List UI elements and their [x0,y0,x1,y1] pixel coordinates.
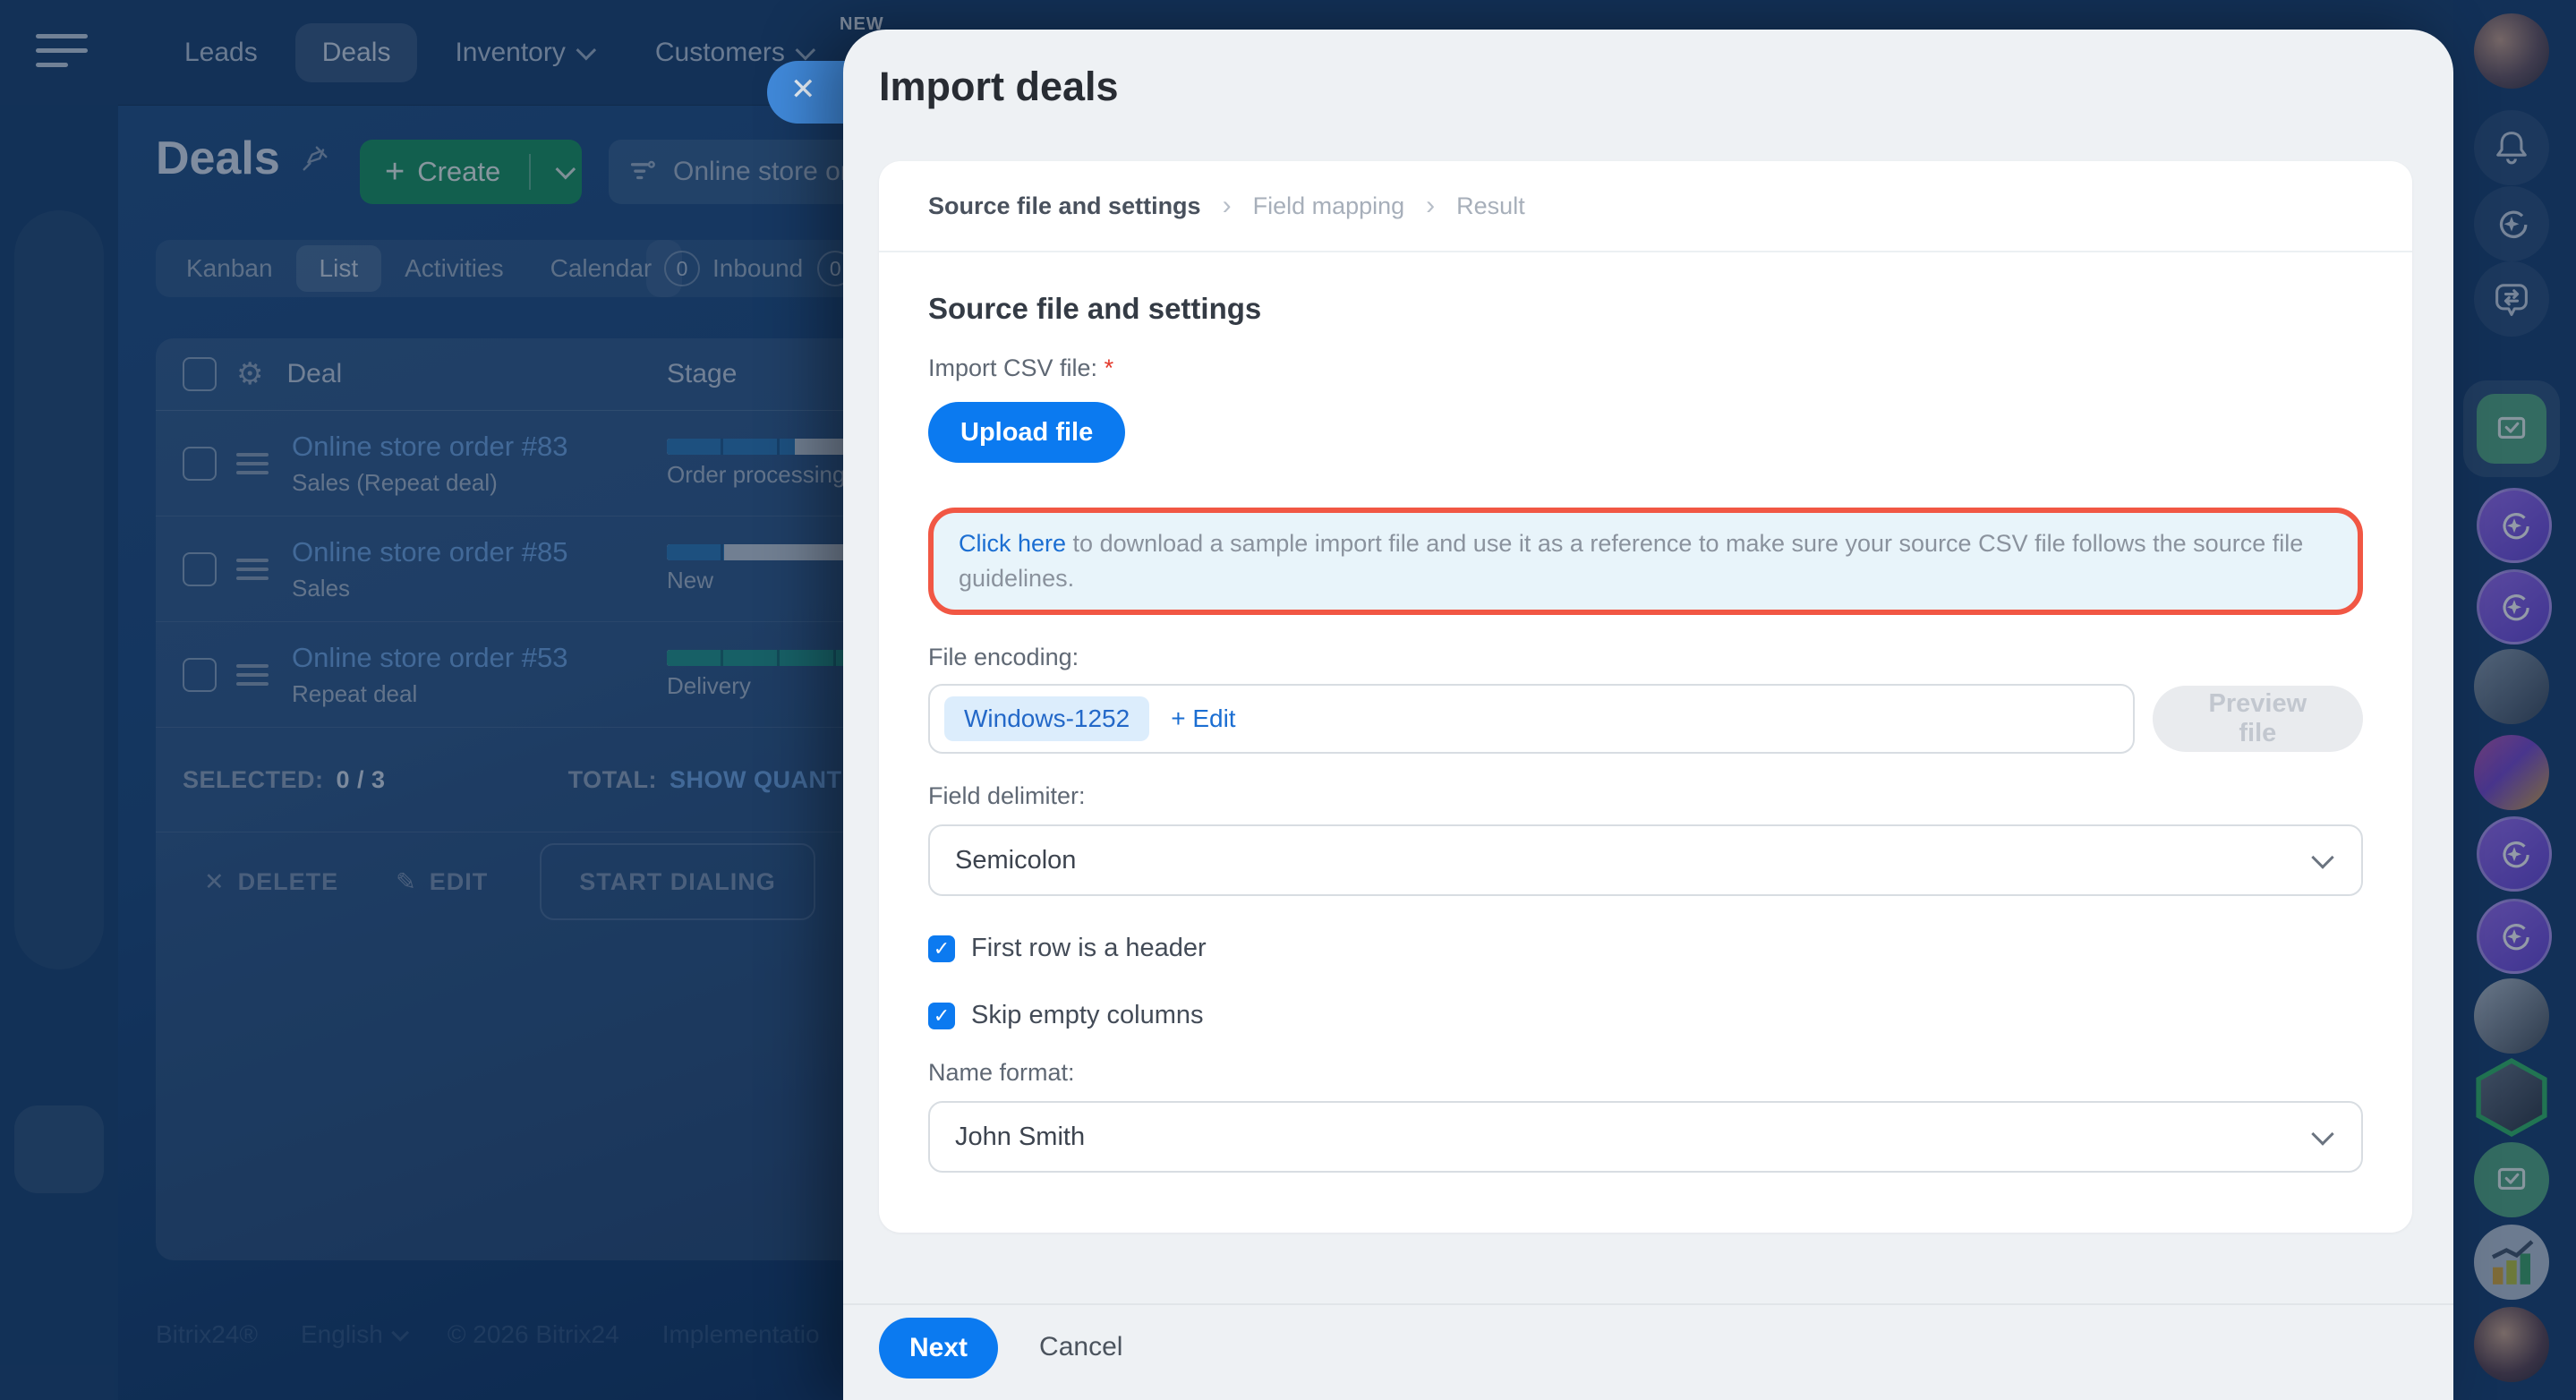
wizard-steps: Source file and settings › Field mapping… [879,161,2412,252]
callout-text: to download a sample import file and use… [959,530,2303,592]
csv-label-text: Import CSV file: [928,354,1097,381]
delimiter-label: Field delimiter: [928,782,2363,810]
app-window: Leads Deals Inventory Customers [0,0,2576,1400]
wizard-step[interactable]: Source file and settings › [928,191,1253,221]
required-asterisk: * [1105,354,1114,381]
encoding-value-tag[interactable]: Windows-1252 [944,696,1149,741]
name-format-value: John Smith [955,1123,1085,1152]
step-label: Source file and settings [928,192,1201,220]
checkbox-check-icon: ✓ [928,1003,955,1029]
wizard-card: Source file and settings › Field mapping… [879,161,2412,1233]
import-deals-modal: Import deals Source file and settings › … [843,30,2453,1400]
step-chevron-icon: › [1426,191,1435,221]
wizard-step[interactable]: Field mapping › [1253,191,1457,221]
csv-file-label: Import CSV file: * [928,354,2363,382]
sample-file-callout: Click here to download a sample import f… [928,508,2363,615]
next-button[interactable]: Next [879,1318,998,1379]
first-row-header-checkbox[interactable]: ✓ First row is a header [928,934,1207,963]
encoding-field[interactable]: Windows-1252 + Edit [928,684,2135,754]
name-format-label: Name format: [928,1059,2363,1087]
delimiter-select[interactable]: Semicolon [928,824,2363,896]
cancel-button[interactable]: Cancel [1034,1331,1128,1363]
step-chevron-icon: › [1223,191,1232,221]
delimiter-value: Semicolon [955,846,1076,875]
step-label: Field mapping [1253,192,1405,220]
chevron-down-icon [2311,846,2333,868]
step-label: Result [1456,192,1525,220]
checkbox-check-icon: ✓ [928,935,955,962]
chevron-down-icon [2311,1123,2333,1145]
modal-title: Import deals [879,64,2453,110]
click-here-link[interactable]: Click here [959,530,1066,557]
wizard-step[interactable]: Result › [1456,192,1525,220]
preview-file-button[interactable]: Preview file [2153,686,2363,752]
close-x-icon: ✕ [790,72,816,107]
modal-footer: Next Cancel [843,1303,2453,1389]
encoding-label: File encoding: [928,644,2363,671]
edit-encoding-link[interactable]: + Edit [1171,704,1235,733]
upload-file-button[interactable]: Upload file [928,402,1125,463]
name-format-select[interactable]: John Smith [928,1101,2363,1173]
section-title: Source file and settings [928,292,2363,326]
skip-empty-columns-checkbox[interactable]: ✓ Skip empty columns [928,1001,1204,1030]
first-row-header-label: First row is a header [971,934,1207,963]
skip-empty-columns-label: Skip empty columns [971,1001,1204,1030]
